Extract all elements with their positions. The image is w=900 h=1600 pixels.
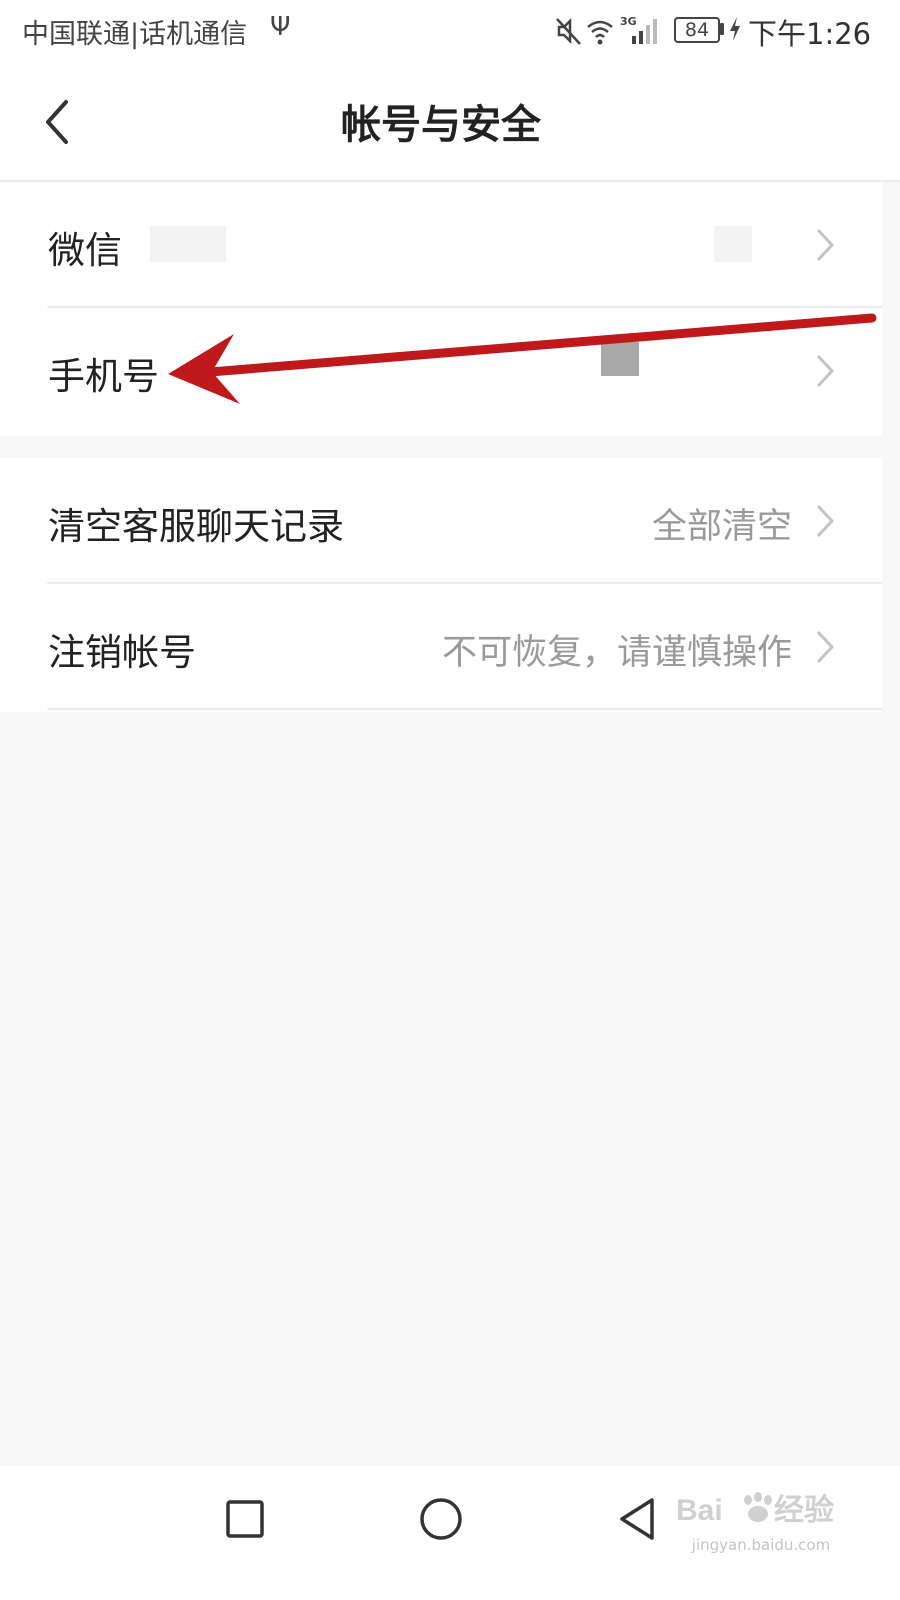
- row-label: 手机号: [48, 355, 159, 398]
- page-title: 帐号与安全: [341, 102, 541, 148]
- svg-text:3G: 3G: [620, 15, 637, 28]
- app-header: 帐号与安全: [0, 62, 900, 182]
- settings-row-clear-chat[interactable]: 清空客服聊天记录 全部清空: [0, 458, 882, 584]
- mute-icon: [556, 17, 581, 45]
- chevron-right-icon: [816, 354, 835, 388]
- chevron-right-icon: [816, 228, 835, 262]
- usb-icon: Ψ: [270, 12, 291, 42]
- settings-row-phone[interactable]: 手机号: [0, 308, 882, 434]
- row-label: 清空客服聊天记录: [48, 505, 344, 548]
- charging-bolt-icon: [730, 17, 740, 41]
- clock: 下午1:26: [748, 17, 872, 51]
- row-label: 注销帐号: [48, 631, 196, 674]
- divider: [47, 708, 882, 710]
- svg-text:Bai: Bai: [676, 1494, 723, 1527]
- home-circle-icon[interactable]: [411, 1490, 471, 1550]
- redacted-value: [150, 226, 226, 262]
- redacted-value: [601, 342, 639, 376]
- settings-row-delete-account[interactable]: 注销帐号 不可恢复，请谨慎操作: [0, 584, 882, 710]
- row-label: 微信: [48, 229, 122, 272]
- row-value: 不可恢复，请谨慎操作: [441, 633, 792, 673]
- watermark-url: jingyan.baidu.com: [691, 1536, 831, 1554]
- svg-text:经验: 经验: [774, 1493, 834, 1527]
- chevron-right-icon: [816, 630, 835, 664]
- battery-cap: [720, 23, 724, 35]
- settings-row-wechat[interactable]: 微信: [0, 182, 882, 308]
- account-binding-group: 微信 手机号: [0, 182, 882, 436]
- redacted-avatar: [714, 226, 752, 262]
- wifi-icon: [587, 20, 613, 45]
- recents-square-icon[interactable]: [216, 1490, 276, 1550]
- carrier-name: 中国联通|话机通信: [22, 19, 248, 50]
- battery-level: 84: [684, 19, 710, 41]
- watermark-logo: Bai 经验: [676, 1492, 834, 1527]
- row-value: 全部清空: [651, 507, 792, 547]
- data-management-group: 清空客服聊天记录 全部清空 注销帐号 不可恢复，请谨慎操作: [0, 458, 882, 712]
- battery-icon: 84: [674, 17, 720, 43]
- status-bar: 中国联通|话机通信 Ψ 3G 84 下午1:26: [0, 0, 900, 62]
- back-triangle-icon[interactable]: [610, 1490, 670, 1550]
- signal-icon: 3G: [620, 15, 657, 44]
- chevron-right-icon: [816, 504, 835, 538]
- watermark: Bai 经验 jingyan.baidu.com: [676, 1486, 856, 1566]
